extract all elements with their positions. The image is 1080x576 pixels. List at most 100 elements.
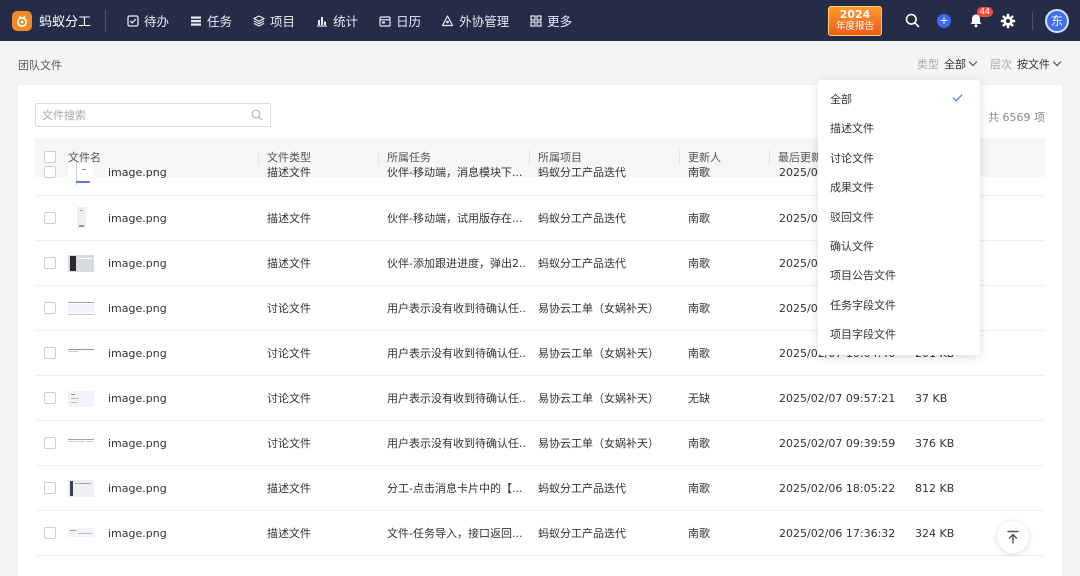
task-name[interactable]: 伙伴-移动端，试用版存在... [387,196,527,241]
nav-tasks[interactable]: 任务 [179,0,242,41]
file-thumbnail [68,432,94,454]
nav-collab[interactable]: 外协管理 [431,0,519,41]
project-name[interactable]: 蚂蚁分工产品迭代 [538,466,626,511]
file-size: 376 KB [915,437,955,450]
row-checkbox[interactable] [44,347,56,359]
file-name[interactable]: image.png [108,241,167,286]
file-name[interactable]: image.png [108,163,167,196]
project-name[interactable]: 易协云工单（女娲补天） [538,331,659,376]
task-name[interactable]: 伙伴-添加跟进进度，弹出2... [387,241,527,286]
file-name[interactable]: image.png [108,331,167,376]
project-name[interactable]: 易协云工单（女娲补天） [538,421,659,466]
filter-bar: 类型 全部 层次 按文件 [917,56,1062,72]
updated-time: 2025/02/07 09:39:59 [779,437,896,450]
table-row[interactable]: image.png 描述文件 文件-任务导入，接口返回... 蚂蚁分工产品迭代 … [35,511,1045,556]
nav-more[interactable]: 更多 [519,0,582,41]
file-size: 812 KB [915,482,955,495]
file-name[interactable]: image.png [108,511,167,556]
project-name[interactable]: 易协云工单（女娲补天） [538,376,659,421]
nav-tasks-label: 任务 [207,14,233,29]
search-input[interactable] [36,104,248,126]
file-thumbnail [68,297,94,319]
updated-time: 2025/02/06 17:36:32 [779,527,896,540]
project-name[interactable]: 蚂蚁分工产品迭代 [538,196,626,241]
row-checkbox[interactable] [44,257,56,269]
app-name: 蚂蚁分工 [39,15,92,30]
dropdown-option-rejected[interactable]: 驳回文件 [818,203,980,232]
topbar-divider [1032,11,1033,30]
file-type: 讨论文件 [267,302,311,315]
project-name[interactable]: 蚂蚁分工产品迭代 [538,241,626,286]
task-name[interactable]: 伙伴-移动端，消息模块下... [387,163,527,196]
dropdown-option-result[interactable]: 成果文件 [818,173,980,202]
select-all-checkbox[interactable] [44,151,56,163]
dropdown-option-discussion[interactable]: 讨论文件 [818,144,980,173]
task-list-icon [189,14,202,27]
annual-report-button[interactable]: 2024 年度报告 [828,5,882,36]
topbar-divider [105,9,107,32]
topbar-actions: 2024 年度报告 + 44 东 [828,0,1080,41]
task-name[interactable]: 用户表示没有收到待确认任... [387,286,527,331]
updater-name: 无缺 [688,392,710,405]
file-thumbnail [68,342,94,364]
table-row[interactable]: image.png 讨论文件 用户表示没有收到待确认任... 易协云工单（女娲补… [35,376,1045,421]
dropdown-option-confirmed[interactable]: 确认文件 [818,232,980,261]
row-checkbox[interactable] [44,437,56,449]
row-checkbox[interactable] [44,527,56,539]
dropdown-option-task-field[interactable]: 任务字段文件 [818,291,980,320]
nav-calendar-label: 日历 [396,14,422,29]
file-name[interactable]: image.png [108,466,167,511]
row-checkbox[interactable] [44,302,56,314]
file-name[interactable]: image.png [108,196,167,241]
nav-calendar[interactable]: 日历 [368,0,431,41]
row-checkbox[interactable] [44,212,56,224]
row-checkbox[interactable] [44,392,56,404]
updater-name: 南歌 [688,302,710,315]
task-name[interactable]: 用户表示没有收到待确认任... [387,331,527,376]
file-type: 描述文件 [267,527,311,540]
nav-projects[interactable]: 项目 [242,0,305,41]
bar-chart-icon [315,14,328,27]
updater-name: 南歌 [688,527,710,540]
project-name[interactable]: 蚂蚁分工产品迭代 [538,163,626,196]
level-filter-select[interactable]: 按文件 [1017,56,1062,72]
updated-time: 2025/02/06 18:05:22 [779,482,896,495]
updater-name: 南歌 [688,166,710,179]
plus-icon: + [937,13,951,28]
search-icon[interactable] [903,12,921,30]
task-name[interactable]: 用户表示没有收到待确认任... [387,376,527,421]
settings-button[interactable] [999,12,1017,30]
dropdown-option-all[interactable]: 全部 [818,85,980,114]
search-icon[interactable] [248,109,266,121]
row-checkbox[interactable] [44,166,56,178]
app-logo[interactable]: 蚂蚁分工 [12,0,91,41]
notification-button[interactable]: 44 [967,6,993,30]
create-button[interactable]: + [935,12,953,30]
dropdown-option-description[interactable]: 描述文件 [818,114,980,143]
row-checkbox[interactable] [44,482,56,494]
type-filter-select[interactable]: 全部 [944,56,978,72]
file-name[interactable]: image.png [108,376,167,421]
nav-stats[interactable]: 统计 [305,0,368,41]
table-row[interactable]: image.png 讨论文件 用户表示没有收到待确认任... 易协云工单（女娲补… [35,421,1045,466]
project-name[interactable]: 蚂蚁分工产品迭代 [538,511,626,556]
file-name[interactable]: image.png [108,286,167,331]
file-name[interactable]: image.png [108,421,167,466]
report-year: 2024 [839,8,871,22]
nav-stats-label: 统计 [333,14,359,29]
nav-more-label: 更多 [547,14,573,29]
table-row[interactable]: image.png 描述文件 分工-点击消息卡片中的【... 蚂蚁分工产品迭代 … [35,466,1045,511]
type-filter-value: 全部 [944,58,966,71]
file-type: 讨论文件 [267,392,311,405]
file-type: 描述文件 [267,482,311,495]
nav-todo[interactable]: 待办 [116,0,179,41]
layers-icon [252,14,265,27]
task-name[interactable]: 文件-任务导入，接口返回... [387,511,527,556]
task-name[interactable]: 分工-点击消息卡片中的【... [387,466,527,511]
dropdown-option-project-field[interactable]: 项目字段文件 [818,320,980,349]
project-name[interactable]: 易协云工单（女娲补天） [538,286,659,331]
task-name[interactable]: 用户表示没有收到待确认任... [387,421,527,466]
dropdown-option-project-notice[interactable]: 项目公告文件 [818,261,980,290]
back-to-top-button[interactable] [997,521,1029,553]
user-avatar[interactable]: 东 [1045,8,1069,33]
